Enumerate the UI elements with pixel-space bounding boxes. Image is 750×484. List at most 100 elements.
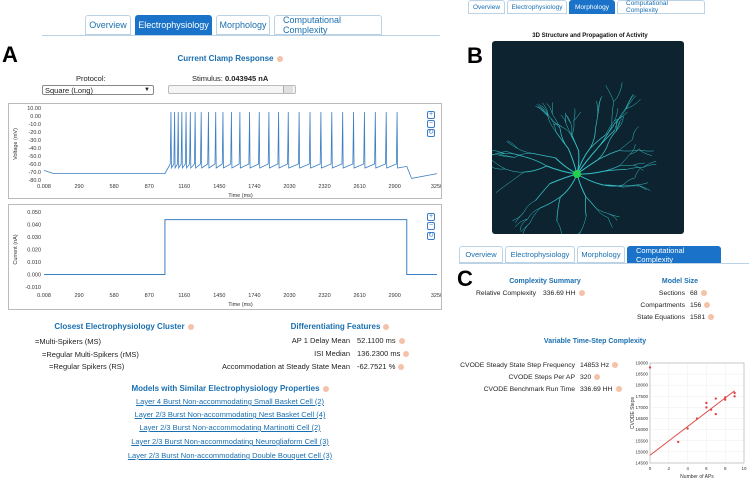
tab-computational-complexity[interactable]: Computational Complexity: [627, 246, 721, 264]
data-point: [686, 427, 689, 430]
features-title-text: Differentiating Features: [290, 322, 381, 331]
data-point: [695, 417, 699, 420]
neuron-3d-view[interactable]: [492, 41, 684, 234]
x-tick-label: 1450: [213, 184, 225, 190]
model-link[interactable]: Layer 2/3 Burst Non-accommodating Nest B…: [130, 410, 330, 419]
y-tick-label: -50.0: [28, 154, 41, 160]
zoom-out-icon[interactable]: −: [427, 120, 435, 128]
info-icon[interactable]: [383, 323, 390, 330]
model-link[interactable]: Layer 2/3 Burst Non-accommodating Double…: [120, 451, 340, 460]
info-icon[interactable]: [187, 323, 194, 330]
current-clamp-title-text: Current Clamp Response: [177, 54, 274, 63]
data-point: [733, 391, 736, 395]
protocol-select[interactable]: Square (Long) ▼: [42, 85, 154, 95]
variable-value: 336.69 HH: [580, 386, 622, 393]
scatter-plot-svg: 14500 15000 15500 16000 16500 17000 17500 18000…: [630, 361, 747, 481]
reset-zoom-icon[interactable]: ↻: [427, 232, 435, 240]
models-title-text: Models with Similar Electrophysiology Pr…: [131, 384, 320, 393]
zoom-out-icon[interactable]: −: [427, 222, 435, 230]
cluster-item: =Regular Spikers (RS): [49, 362, 125, 371]
feature-value: -62.7521 %: [357, 362, 405, 371]
info-icon[interactable]: [398, 364, 405, 371]
model-size-label: State Equations: [637, 314, 685, 321]
protocol-select-value: Square (Long): [45, 85, 93, 95]
zoom-in-icon[interactable]: +: [427, 213, 435, 221]
model-size-value-text: 1581: [690, 314, 706, 321]
tab-morphology[interactable]: Morphology: [569, 0, 615, 14]
data-point: [709, 408, 713, 411]
info-icon[interactable]: [276, 55, 283, 62]
tab-electrophysiology[interactable]: Electrophysiology: [507, 0, 567, 14]
info-icon[interactable]: [403, 351, 410, 358]
info-icon[interactable]: [708, 314, 715, 321]
x-tick-label: 2610: [353, 184, 365, 190]
y-tick-label: -60.0: [28, 162, 41, 168]
scatter-plot[interactable]: 14500 15000 15500 16000 16500 17000 17500 18000…: [630, 355, 748, 482]
model-link[interactable]: Layer 2/3 Burst Non-accommodating Martin…: [130, 423, 330, 432]
model-link[interactable]: Layer 2/3 Burst Non-accommodating Neurog…: [120, 437, 340, 446]
relative-complexity-label: Relative Complexity: [476, 290, 537, 297]
tab-overview[interactable]: Overview: [85, 15, 131, 35]
chevron-down-icon: ▼: [144, 87, 150, 93]
variable-label: CVODE Steady State Step Frequency: [460, 362, 575, 369]
info-icon[interactable]: [398, 338, 405, 345]
tab-overview[interactable]: Overview: [468, 0, 505, 14]
feature-value-text: -62.7521 %: [357, 362, 396, 371]
y-axis-label: Current (nA): [13, 234, 19, 264]
x-tick-label: 1740: [248, 184, 260, 190]
soma: [573, 170, 581, 178]
x-tick-label: 1160: [178, 293, 190, 299]
y-tick-label: 0.020: [27, 248, 41, 254]
y-tick-label: -10.0: [28, 122, 41, 128]
model-size-value: 156: [690, 302, 711, 309]
variable-value: 14853 Hz: [580, 362, 619, 369]
x-tick-label: 0: [649, 466, 652, 471]
panel-a-tabs: Overview Electrophysiology Morphology Co…: [85, 15, 382, 35]
feature-label: AP 1 Delay Mean: [291, 336, 350, 345]
data-point: [714, 397, 717, 400]
model-link[interactable]: Layer 4 Burst Non-accommodating Small Ba…: [130, 397, 330, 406]
current-plot[interactable]: 0.050 0.040 0.030 0.020 0.010 0.000 -0.010 0.00…: [8, 204, 442, 310]
current-plot-svg: 0.050 0.040 0.030 0.020 0.010 0.000 -0.010 0.00…: [13, 210, 441, 308]
tab-electrophysiology[interactable]: Electrophysiology: [135, 15, 212, 35]
y-tick-label: 10.00: [27, 106, 41, 112]
voltage-plot-svg: 10.00 0.00 -10.0 -20.0 -30.0 -40.0 -50.0 -60.0 -…: [13, 106, 441, 198]
y-axis-label: CVODE Steps: [630, 397, 636, 429]
x-tick-label: 3250: [431, 184, 441, 190]
zoom-in-icon[interactable]: +: [427, 111, 435, 119]
tab-overview[interactable]: Overview: [459, 246, 503, 263]
y-tick-label: 0.000: [27, 273, 41, 279]
info-icon[interactable]: [322, 385, 329, 392]
data-point: [714, 412, 717, 416]
stimulus-slider[interactable]: [168, 85, 296, 94]
y-tick-label: 0.050: [27, 210, 41, 216]
x-tick-label: 2320: [318, 293, 330, 299]
info-icon[interactable]: [578, 290, 585, 297]
x-tick-label: 0.008: [37, 293, 51, 299]
current-trace: [43, 219, 437, 275]
y-tick-label: 18500: [635, 372, 648, 377]
feature-value: 136.2300 ms: [357, 349, 410, 358]
x-tick-label: 6: [705, 466, 708, 471]
info-icon[interactable]: [615, 386, 622, 393]
info-icon[interactable]: [612, 362, 619, 369]
info-icon[interactable]: [700, 290, 707, 297]
tab-computational-complexity[interactable]: Computational Complexity: [274, 15, 382, 35]
info-icon[interactable]: [704, 302, 711, 309]
tab-electrophysiology[interactable]: Electrophysiology: [505, 246, 575, 263]
y-tick-label: -20.0: [28, 130, 41, 136]
relative-complexity-value-text: 336.69 HH: [543, 290, 576, 297]
x-tick-label: 290: [74, 293, 83, 299]
voltage-plot[interactable]: 10.00 0.00 -10.0 -20.0 -30.0 -40.0 -50.0 -60.0 -…: [8, 103, 442, 199]
variable-label: CVODE Benchmark Run Time: [483, 386, 575, 393]
x-tick-label: 2900: [389, 293, 401, 299]
x-tick-label: 2030: [283, 293, 295, 299]
tab-computational-complexity[interactable]: Computational Complexity: [617, 0, 705, 14]
stimulus-slider-handle[interactable]: [282, 86, 293, 93]
reset-zoom-icon[interactable]: ↻: [427, 129, 435, 137]
variable-title-text: Variable Time-Step Complexity: [543, 338, 647, 345]
x-tick-label: 2610: [353, 293, 365, 299]
info-icon[interactable]: [594, 374, 601, 381]
tab-morphology[interactable]: Morphology: [577, 246, 625, 263]
tab-morphology[interactable]: Morphology: [216, 15, 270, 35]
